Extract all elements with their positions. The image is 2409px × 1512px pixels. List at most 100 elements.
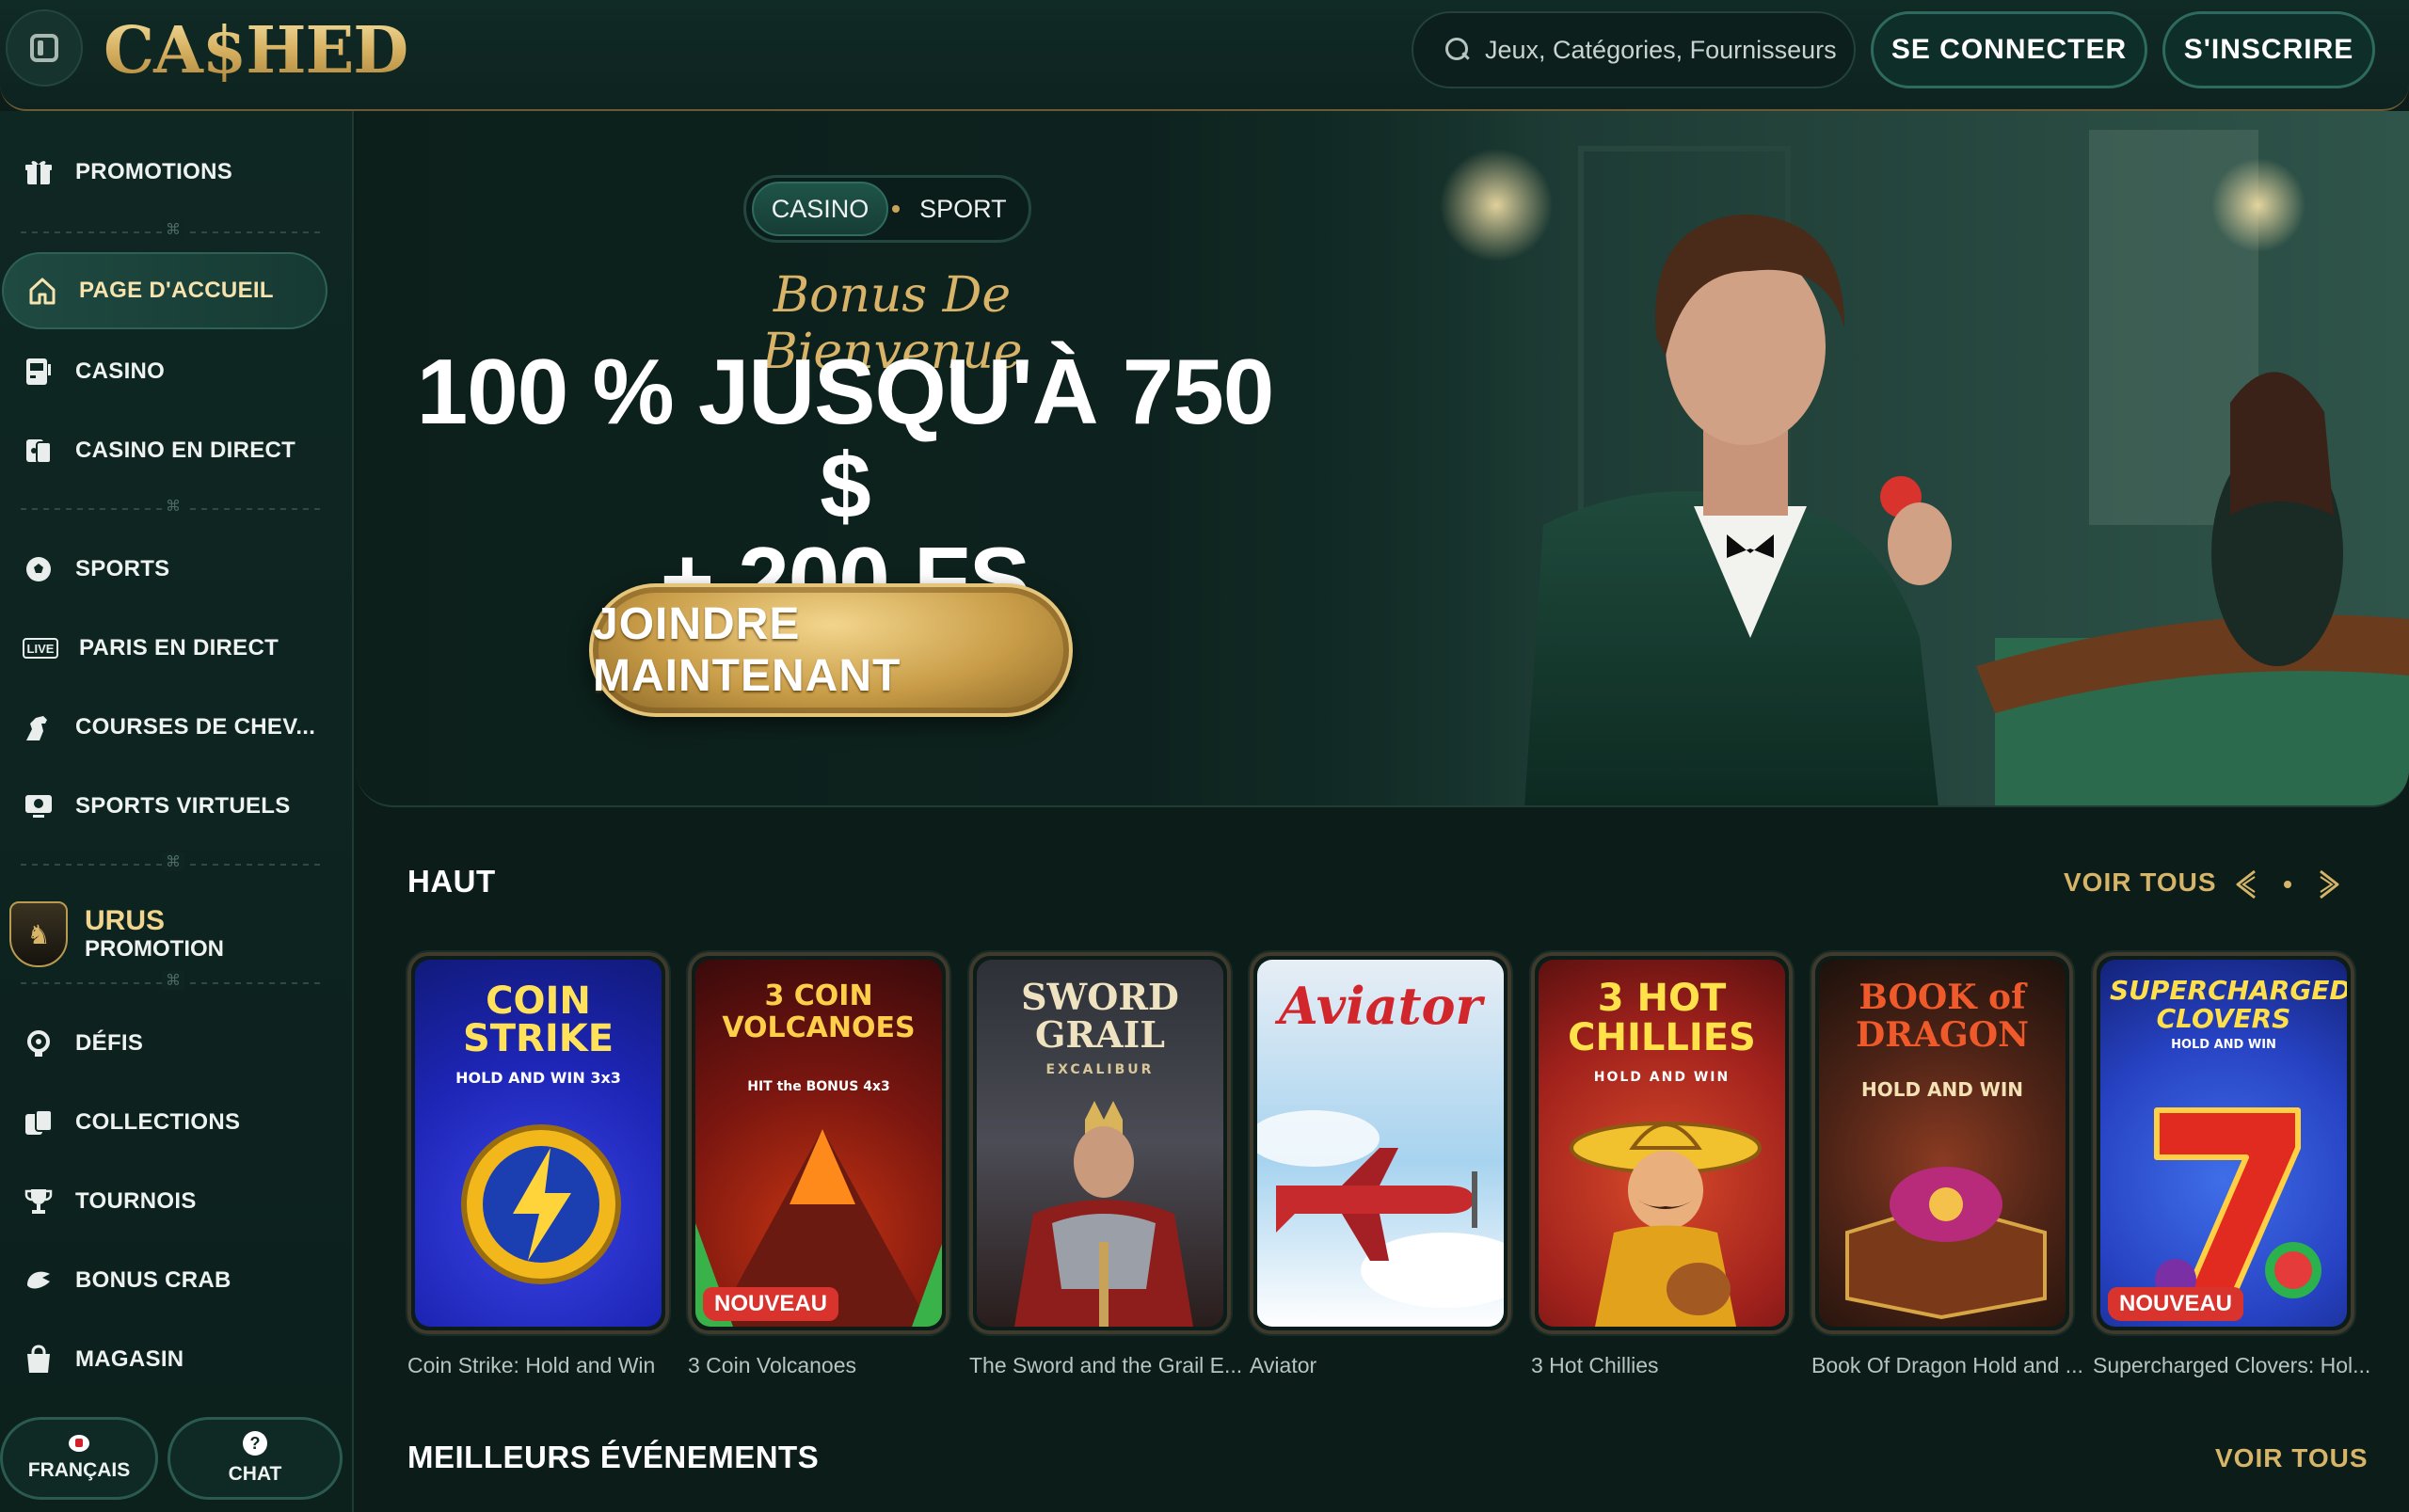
sidebar-item-sports[interactable]: SPORTS bbox=[0, 531, 326, 608]
language-button[interactable]: FRANÇAIS bbox=[0, 1417, 158, 1500]
game-thumbnail: 3 COIN VOLCANOES HIT the BONUS 4x3 NOUVE… bbox=[695, 960, 942, 1327]
login-button[interactable]: SE CONNECTER bbox=[1871, 11, 2147, 88]
game-thumbnail: COIN STRIKE HOLD AND WIN 3x3 bbox=[415, 960, 662, 1327]
carousel-dot bbox=[2284, 881, 2291, 888]
sidebar-item-label: COLLECTIONS bbox=[75, 1109, 241, 1135]
sidebar: PROMOTIONS PAGE D'ACCUEIL CASINO CASINO … bbox=[0, 111, 354, 1512]
virtual-screen-icon bbox=[23, 790, 55, 822]
game-art-subtitle: EXCALIBUR bbox=[1045, 1062, 1155, 1077]
crab-claw-icon bbox=[23, 1265, 55, 1297]
sidebar-toggle-icon bbox=[30, 34, 58, 62]
sidebar-item-home[interactable]: PAGE D'ACCUEIL bbox=[2, 252, 327, 329]
game-name[interactable]: 3 Coin Volcanoes bbox=[688, 1353, 961, 1378]
game-name[interactable]: 3 Hot Chillies bbox=[1531, 1353, 1804, 1378]
hero-banner: CASINO SPORT Bonus De Bienvenue 100 % JU… bbox=[356, 111, 2409, 807]
sidebar-item-casino[interactable]: CASINO bbox=[0, 333, 326, 410]
sidebar-item-live-casino[interactable]: CASINO EN DIRECT bbox=[0, 412, 326, 489]
game-card-supercharged-clovers[interactable]: SUPERCHARGED CLOVERS HOLD AND WIN NOUVEA… bbox=[2093, 952, 2354, 1334]
join-now-button[interactable]: JOINDRE MAINTENANT bbox=[589, 583, 1073, 717]
new-badge: NOUVEAU bbox=[2108, 1287, 2244, 1321]
game-thumbnail: 3 HOT CHILLIES HOLD AND WIN bbox=[1539, 960, 1785, 1327]
search-bar[interactable] bbox=[1412, 11, 1856, 88]
sidebar-item-promotions[interactable]: PROMOTIONS bbox=[0, 134, 326, 211]
game-name[interactable]: Aviator bbox=[1250, 1353, 1523, 1378]
carousel-arrows bbox=[2228, 862, 2347, 907]
sidebar-divider bbox=[21, 220, 322, 239]
new-badge: NOUVEAU bbox=[703, 1287, 839, 1321]
game-name[interactable]: The Sword and the Grail E... bbox=[969, 1353, 1242, 1378]
sidebar-toggle-button[interactable] bbox=[6, 9, 83, 87]
sidebar-item-live-betting[interactable]: LIVE PARIS EN DIRECT bbox=[0, 610, 326, 687]
game-card-coin-strike[interactable]: COIN STRIKE HOLD AND WIN 3x3 bbox=[407, 952, 669, 1334]
game-thumbnail: SWORD GRAIL EXCALIBUR bbox=[977, 960, 1223, 1327]
game-name[interactable]: Book Of Dragon Hold and ... bbox=[1811, 1353, 2084, 1378]
sidebar-item-label: PARIS EN DIRECT bbox=[79, 635, 279, 661]
game-art-subtitle: HOLD AND WIN 3x3 bbox=[455, 1069, 621, 1087]
game-art-title: 3 HOT CHILLIES bbox=[1568, 977, 1756, 1059]
airplane-icon bbox=[1257, 1110, 1504, 1308]
lamborghini-badge-icon: ♞ bbox=[9, 901, 68, 967]
sidebar-item-label: CASINO EN DIRECT bbox=[75, 438, 296, 463]
game-card-book-of-dragon[interactable]: BOOK of DRAGON HOLD AND WIN bbox=[1811, 952, 2073, 1334]
game-name[interactable]: Coin Strike: Hold and Win bbox=[407, 1353, 680, 1378]
dragon-book-icon bbox=[1845, 1167, 2047, 1320]
site-logo[interactable]: CA$HED bbox=[104, 13, 408, 88]
tab-casino[interactable]: CASINO bbox=[752, 182, 888, 236]
lightning-coin-icon bbox=[461, 1124, 621, 1284]
search-icon bbox=[1445, 38, 1470, 62]
sidebar-item-shop[interactable]: MAGASIN bbox=[0, 1321, 326, 1398]
game-art-title: Aviator bbox=[1279, 976, 1482, 1036]
mariachi-character-icon bbox=[1570, 1122, 1762, 1327]
tab-sport[interactable]: SPORT bbox=[903, 182, 1023, 236]
game-art-subtitle: HOLD AND WIN bbox=[1860, 1078, 2024, 1101]
game-card-3-coin-volcanoes[interactable]: 3 COIN VOLCANOES HIT the BONUS 4x3 NOUVE… bbox=[688, 952, 949, 1334]
game-art-subtitle: HOLD AND WIN bbox=[2171, 1038, 2276, 1052]
game-art-title: SWORD GRAIL bbox=[1021, 976, 1179, 1056]
sidebar-item-label: COURSES DE CHEV... bbox=[75, 714, 316, 740]
sidebar-divider bbox=[21, 852, 322, 871]
sidebar-item-label: TOURNOIS bbox=[75, 1188, 197, 1214]
bonus-line-1: 100 % JUSQU'À 750 $ bbox=[416, 340, 1275, 537]
sidebar-item-bonus-crab[interactable]: BONUS CRAB bbox=[0, 1242, 326, 1319]
section-title-top: HAUT bbox=[407, 864, 496, 899]
carousel-prev-icon[interactable] bbox=[2228, 864, 2270, 905]
chat-label: CHAT bbox=[228, 1463, 282, 1485]
urus-promotion-link[interactable]: ♞ URUS PROMOTION bbox=[9, 892, 320, 977]
sidebar-item-label: SPORTS bbox=[75, 556, 170, 581]
gift-icon bbox=[23, 156, 55, 188]
game-card-3-hot-chillies[interactable]: 3 HOT CHILLIES HOLD AND WIN bbox=[1531, 952, 1793, 1334]
sidebar-item-label: PROMOTIONS bbox=[75, 159, 233, 184]
trophy-icon bbox=[23, 1186, 55, 1218]
chat-button[interactable]: ? CHAT bbox=[168, 1417, 343, 1500]
sidebar-item-label: BONUS CRAB bbox=[75, 1267, 231, 1293]
see-all-events-button[interactable]: VOIR TOUS bbox=[2215, 1443, 2369, 1473]
sidebar-divider bbox=[21, 497, 322, 516]
search-input[interactable] bbox=[1485, 35, 1843, 65]
slot-machine-icon bbox=[23, 356, 55, 388]
game-art-title: COIN STRIKE bbox=[462, 979, 614, 1060]
sidebar-item-label: CASINO bbox=[75, 358, 166, 384]
sidebar-item-virtual-sports[interactable]: SPORTS VIRTUELS bbox=[0, 768, 326, 845]
sidebar-item-horse-racing[interactable]: COURSES DE CHEV... bbox=[0, 689, 326, 766]
section-title-events: MEILLEURS ÉVÉNEMENTS bbox=[407, 1440, 820, 1474]
sidebar-item-label: MAGASIN bbox=[75, 1346, 184, 1372]
home-icon bbox=[26, 275, 58, 307]
game-card-sword-and-grail[interactable]: SWORD GRAIL EXCALIBUR bbox=[969, 952, 1231, 1334]
game-card-aviator[interactable]: Aviator bbox=[1250, 952, 1511, 1334]
carousel-next-icon[interactable] bbox=[2305, 864, 2347, 905]
help-icon: ? bbox=[243, 1431, 267, 1456]
game-art-subtitle: HOLD AND WIN bbox=[1593, 1070, 1731, 1085]
game-art-title: BOOK of DRAGON bbox=[1855, 978, 2030, 1055]
challenge-gear-icon bbox=[23, 1027, 55, 1059]
game-thumbnail: BOOK of DRAGON HOLD AND WIN bbox=[1819, 960, 2066, 1327]
king-warrior-icon bbox=[1014, 1101, 1193, 1327]
sidebar-item-tournaments[interactable]: TOURNOIS bbox=[0, 1163, 326, 1240]
signup-button[interactable]: S'INSCRIRE bbox=[2162, 11, 2375, 88]
sidebar-item-challenges[interactable]: DÉFIS bbox=[0, 1005, 326, 1082]
game-thumbnail: Aviator bbox=[1257, 960, 1504, 1327]
casino-sport-switch: CASINO SPORT bbox=[743, 175, 1031, 243]
shopping-bag-icon bbox=[23, 1344, 55, 1376]
see-all-top-button[interactable]: VOIR TOUS bbox=[2064, 867, 2217, 898]
sidebar-item-collections[interactable]: COLLECTIONS bbox=[0, 1084, 326, 1161]
game-name[interactable]: Supercharged Clovers: Hol... bbox=[2093, 1353, 2375, 1378]
